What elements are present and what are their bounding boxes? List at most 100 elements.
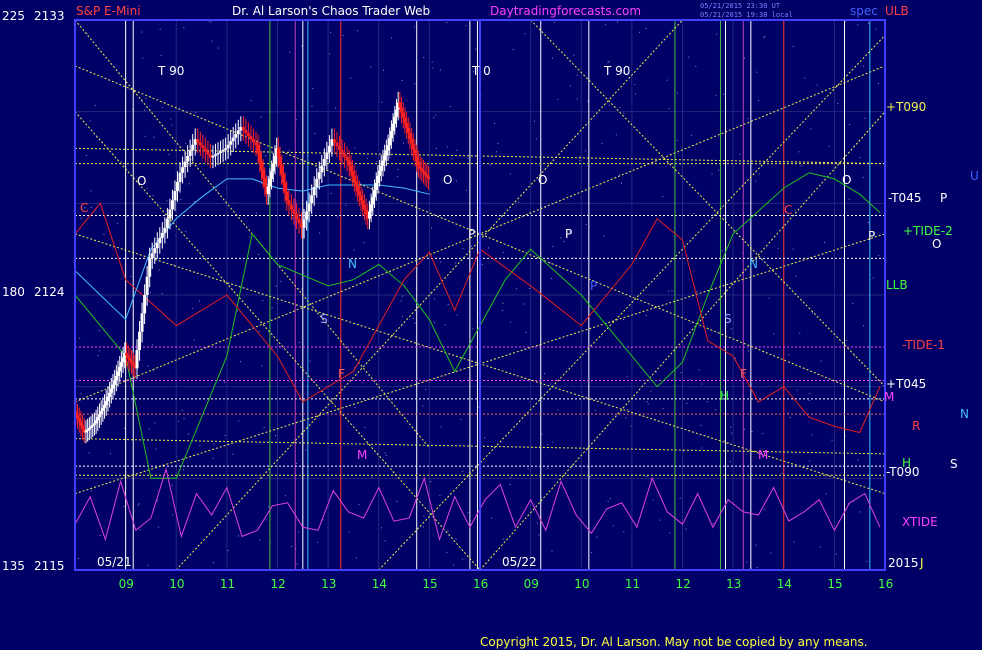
- star-dot: [295, 119, 297, 121]
- star-dot: [362, 381, 364, 383]
- x-tick-label: 09: [524, 577, 539, 591]
- star-dot: [465, 25, 467, 27]
- star-dot: [518, 201, 520, 203]
- star-dot: [432, 67, 434, 69]
- star-dot: [431, 227, 433, 229]
- star-dot: [139, 529, 141, 531]
- star-dot: [292, 217, 294, 219]
- star-dot: [371, 476, 373, 478]
- star-dot: [94, 104, 96, 106]
- price-bar-body: [391, 123, 395, 132]
- price-bar-body: [287, 200, 291, 205]
- star-dot: [666, 79, 668, 81]
- price-bar-body: [131, 363, 135, 366]
- star-dot: [384, 540, 386, 542]
- star-dot: [689, 379, 691, 381]
- price-bar-body: [362, 204, 366, 210]
- star-dot: [237, 310, 239, 312]
- star-dot: [510, 321, 512, 323]
- star-dot: [449, 106, 451, 108]
- star-dot: [258, 254, 260, 256]
- chart-annotation: S: [320, 312, 328, 326]
- star-dot: [800, 165, 802, 167]
- x-tick-label: 13: [321, 577, 336, 591]
- star-dot: [192, 307, 194, 309]
- price-bar-body: [121, 357, 125, 363]
- star-dot: [152, 370, 154, 372]
- star-dot: [489, 164, 491, 166]
- price-bar-body: [411, 144, 415, 150]
- star-dot: [433, 117, 435, 119]
- star-dot: [384, 452, 386, 454]
- price-bar-body: [219, 151, 223, 153]
- chart-annotation: F: [740, 367, 747, 381]
- price-bar-body: [394, 109, 398, 117]
- price-bar-body: [244, 130, 248, 134]
- star-dot: [481, 264, 483, 266]
- price-bar-body: [251, 139, 255, 143]
- star-dot: [792, 45, 794, 47]
- star-dot: [98, 330, 100, 332]
- star-dot: [603, 235, 605, 237]
- star-dot: [579, 156, 581, 158]
- star-dot: [718, 169, 720, 171]
- price-bar-body: [203, 148, 207, 152]
- star-dot: [289, 51, 291, 53]
- price-bar-body: [229, 141, 233, 145]
- star-dot: [551, 550, 553, 552]
- star-dot: [217, 47, 219, 49]
- star-dot: [213, 443, 215, 445]
- star-dot: [756, 71, 758, 73]
- price-bar-body: [416, 161, 420, 167]
- star-dot: [446, 22, 448, 24]
- star-dot: [396, 500, 398, 502]
- star-dot: [712, 523, 714, 525]
- timestamp-local: 05/21/2015 19:30 local: [700, 11, 793, 19]
- star-dot: [422, 526, 424, 528]
- star-dot: [857, 459, 859, 461]
- star-dot: [763, 37, 765, 39]
- right-label: R: [912, 419, 920, 433]
- price-bar-body: [261, 169, 265, 178]
- price-bar-body: [332, 139, 336, 143]
- star-dot: [816, 84, 818, 86]
- right-label: XTIDE: [902, 515, 938, 529]
- price-bar-body: [91, 424, 95, 427]
- star-dot: [250, 100, 252, 102]
- price-bar-body: [111, 384, 115, 389]
- chart-annotation: N: [749, 257, 758, 271]
- star-dot: [688, 56, 690, 58]
- x-tick-label: 10: [169, 577, 184, 591]
- price-bar-body: [181, 167, 185, 173]
- star-dot: [159, 28, 161, 30]
- star-dot: [645, 28, 647, 30]
- star-dot: [622, 318, 624, 320]
- star-dot: [848, 198, 850, 200]
- star-dot: [422, 405, 424, 407]
- star-dot: [461, 380, 463, 382]
- price-bar-body: [140, 313, 144, 332]
- star-dot: [144, 135, 146, 137]
- star-dot: [199, 445, 201, 447]
- price-bar-body: [114, 375, 118, 381]
- price-bar-body: [263, 177, 267, 187]
- price-bar-body: [165, 218, 169, 228]
- chart-symbol: S&P E-Mini: [76, 4, 141, 18]
- star-dot: [356, 30, 358, 32]
- star-dot: [625, 417, 627, 419]
- star-dot: [494, 122, 496, 124]
- chart-title: Dr. Al Larson's Chaos Trader Web: [232, 4, 430, 18]
- star-dot: [715, 95, 717, 97]
- x-tick-label: 11: [220, 577, 235, 591]
- star-dot: [809, 460, 811, 462]
- y-inner-tick-top: 2133: [34, 9, 65, 23]
- price-bar-body: [86, 429, 90, 431]
- star-dot: [401, 79, 403, 81]
- star-dot: [859, 156, 861, 158]
- star-dot: [178, 420, 180, 422]
- star-dot: [781, 472, 783, 474]
- star-dot: [701, 383, 703, 385]
- star-dot: [434, 298, 435, 300]
- price-bar-body: [211, 155, 215, 158]
- star-dot: [430, 481, 432, 483]
